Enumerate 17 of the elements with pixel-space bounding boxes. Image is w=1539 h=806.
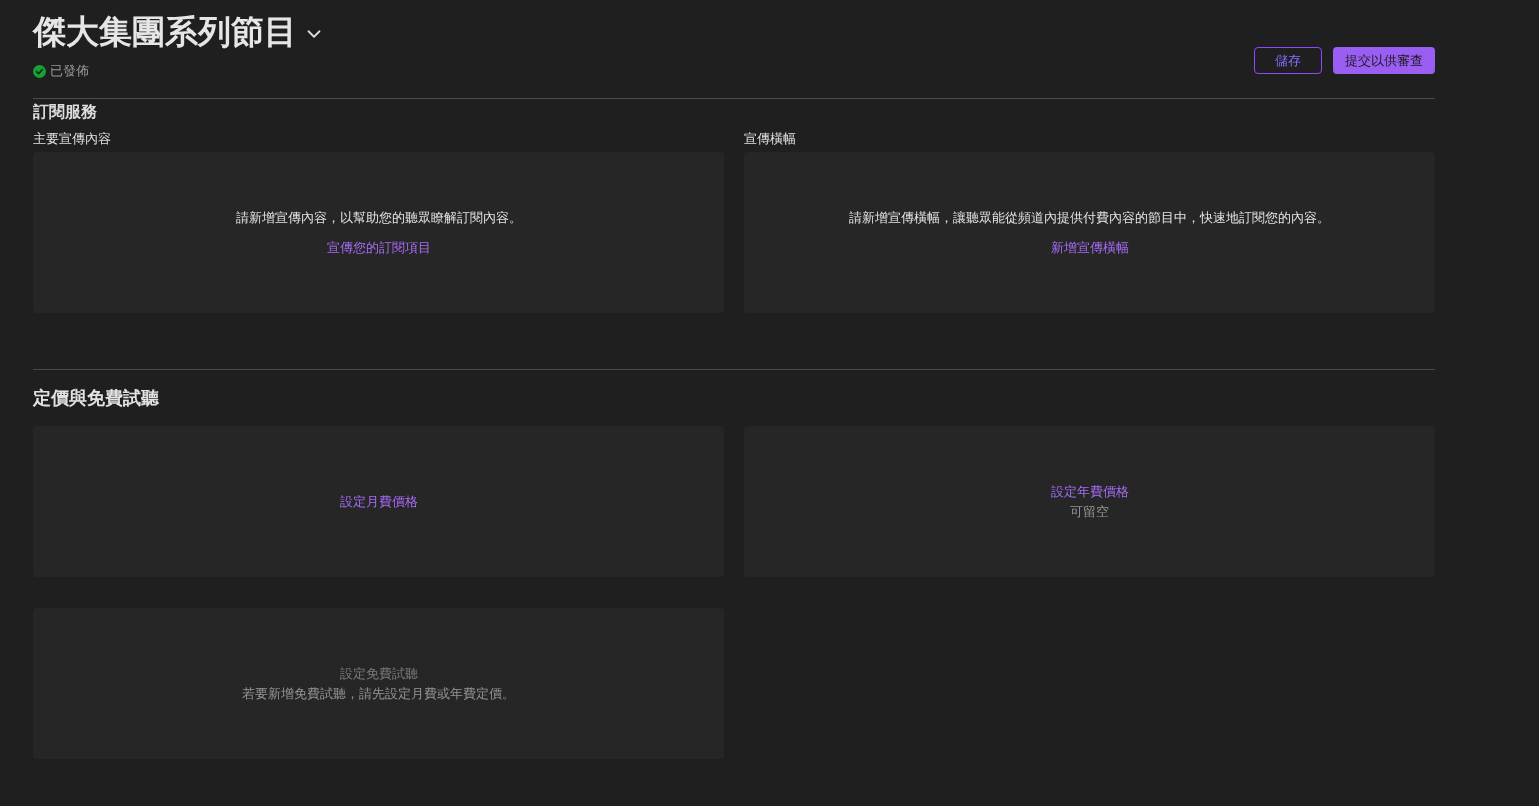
text-link[interactable]: 新增宣傳橫幅: [1050, 237, 1129, 258]
card-note: 可留空: [1070, 502, 1109, 521]
page-title: 傑大集團系列節目: [33, 12, 297, 52]
panel-label: 主要宣傳內容: [33, 130, 111, 148]
check-circle-icon: [33, 64, 46, 78]
section-heading: 定價與免費試聽: [33, 386, 159, 410]
text-link[interactable]: 宣傳您的訂閱項目: [326, 237, 431, 258]
card-note: 若要新增免費試聽，請先設定月費或年費定價。: [242, 684, 515, 703]
panel-label: 宣傳橫幅: [744, 130, 796, 148]
text-link[interactable]: 設定月費價格: [339, 491, 418, 512]
panel-message: 請新增宣傳橫幅，讓聽眾能從頻道內提供付費內容的節目中，快速地訂閱您的內容。: [849, 208, 1330, 227]
status-label: 已發佈: [50, 62, 89, 80]
text-link[interactable]: 設定年費價格: [1050, 481, 1129, 502]
submit-button[interactable]: 提交以供審查: [1333, 47, 1435, 74]
section-heading: 訂閱服務: [33, 102, 97, 122]
panel-message: 請新增宣傳內容，以幫助您的聽眾瞭解訂閱內容。: [235, 208, 522, 227]
save-button[interactable]: 儲存: [1254, 47, 1322, 74]
